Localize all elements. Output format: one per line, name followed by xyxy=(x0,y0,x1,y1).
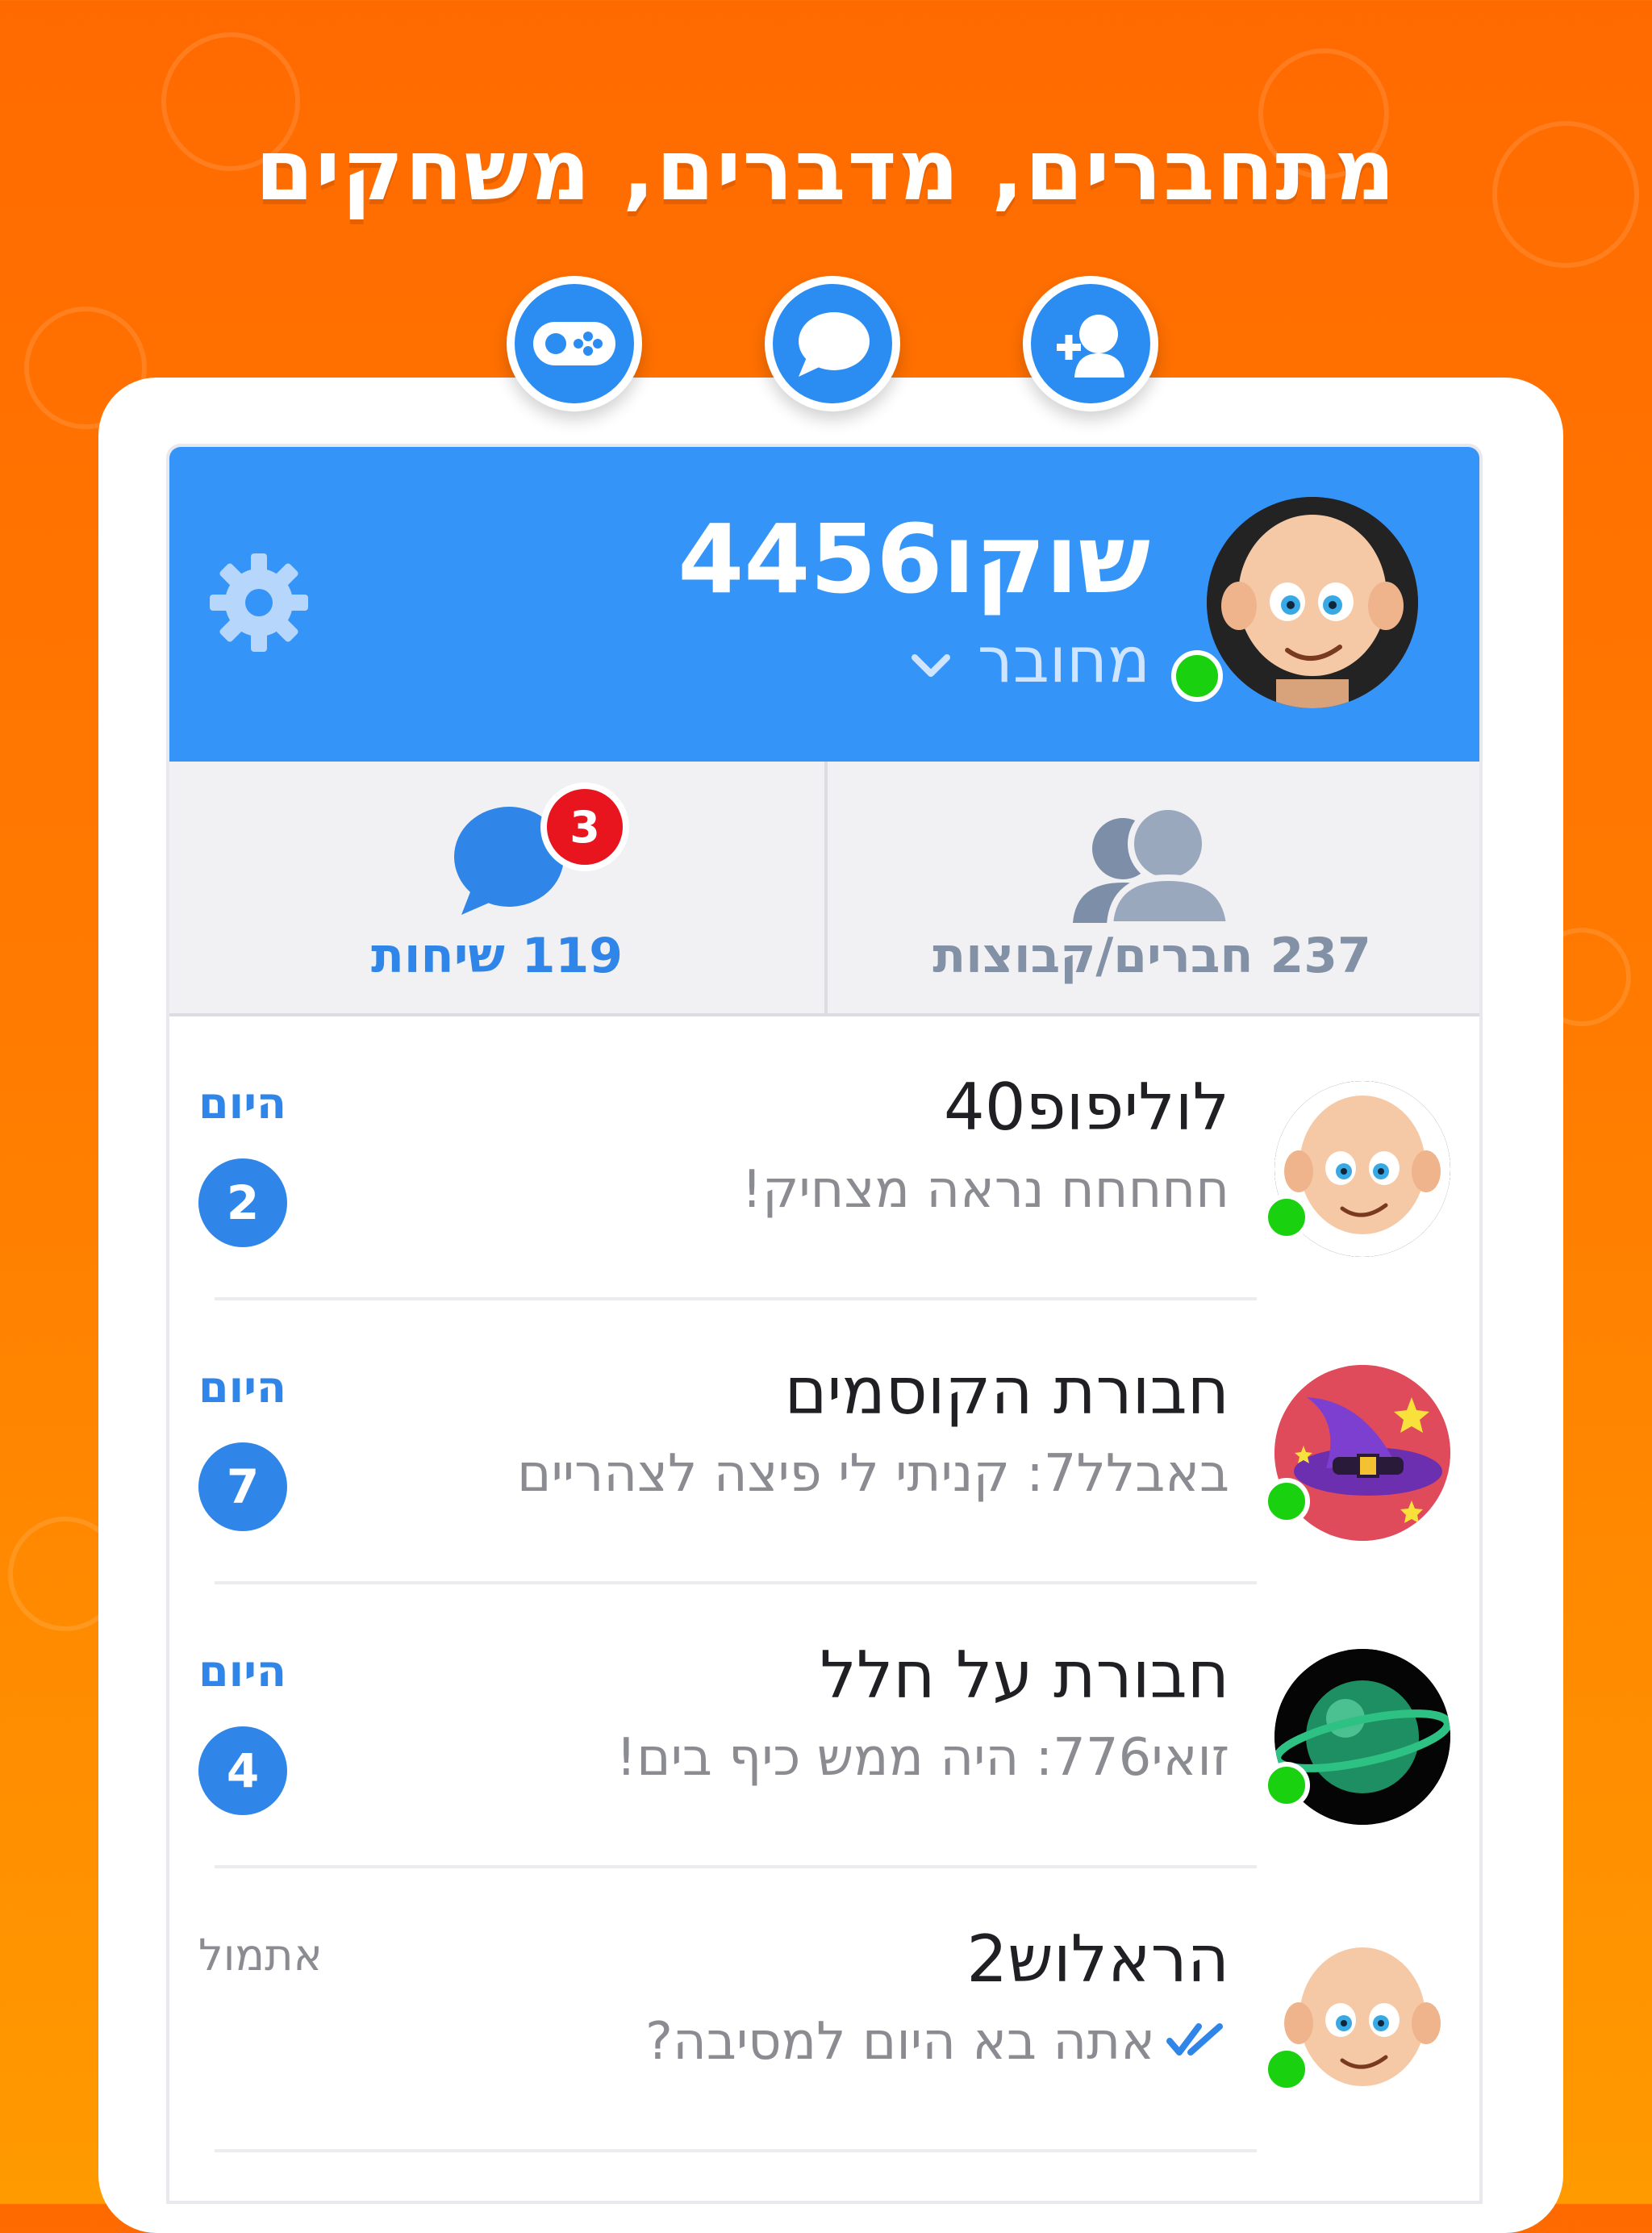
status-label: מחובר xyxy=(977,624,1150,697)
settings-gear-icon[interactable] xyxy=(206,550,311,655)
list-item[interactable]: חבורת על חלל זואי776: היה ממש כיף בים! ה… xyxy=(169,1584,1479,1868)
chat-time: היום xyxy=(198,1646,287,1697)
chat-preview-text: אתה בא היום למסיבה? xyxy=(645,2012,1155,2072)
online-indicator xyxy=(1263,2046,1310,2093)
chat-name: חבורת הקוסמים xyxy=(784,1354,1229,1429)
chat-preview: זואי776: היה ממש כיף בים! xyxy=(615,1728,1229,1788)
tab-chats[interactable]: 3 119 שיחות xyxy=(169,762,824,1013)
tab-chats-label: 119 שיחות xyxy=(370,928,624,984)
chat-name: הראלוש2 xyxy=(966,1922,1229,1997)
chat-name: חבורת על חלל xyxy=(820,1638,1229,1713)
online-indicator xyxy=(1171,650,1223,702)
chat-name: לוליפופ40 xyxy=(943,1070,1229,1145)
unread-badge: 3 xyxy=(540,783,629,871)
online-indicator xyxy=(1263,1194,1310,1241)
chat-preview: אתה בא היום למסיבה? xyxy=(645,2012,1229,2072)
friends-icon xyxy=(1063,803,1241,928)
app-screen: שוקו4456 מחובר 3 119 שיחות 237 חברים/קבו… xyxy=(166,444,1483,2204)
chat-list: לוליפופ40 חחחחח נראה מצחיק! היום 2 חבורת… xyxy=(169,1016,1479,2201)
chat-time: היום xyxy=(198,1078,287,1129)
chat-bubble-icon xyxy=(765,276,900,411)
status-dropdown[interactable]: מחובר xyxy=(908,624,1150,697)
list-item[interactable]: לוליפופ40 חחחחח נראה מצחיק! היום 2 xyxy=(169,1016,1479,1300)
unread-count: 7 xyxy=(198,1442,287,1531)
unread-count: 2 xyxy=(198,1158,287,1247)
tab-friends[interactable]: 237 חברים/קבוצות xyxy=(824,762,1479,1013)
online-indicator xyxy=(1263,1478,1310,1525)
profile-avatar[interactable] xyxy=(1207,497,1418,708)
list-item[interactable]: הראלוש2 אתה בא היום למסיבה? אתמול xyxy=(169,1868,1479,2152)
add-friend-icon xyxy=(1023,276,1158,411)
profile-header: שוקו4456 מחובר xyxy=(169,447,1479,765)
headline: מתחברים, מדברים, משחקים xyxy=(255,121,1397,219)
online-indicator xyxy=(1263,1762,1310,1809)
divider xyxy=(215,2149,1257,2152)
chat-preview: באבלל7: קניתי לי פיצה לצהריים xyxy=(516,1444,1229,1504)
profile-username: שוקו4456 xyxy=(678,503,1150,615)
chat-preview: חחחחח נראה מצחיק! xyxy=(741,1160,1229,1220)
double-check-icon xyxy=(1166,2012,1229,2072)
chat-time: אתמול xyxy=(198,1930,323,1980)
chat-time: היום xyxy=(198,1362,287,1413)
tab-friends-label: 237 חברים/קבוצות xyxy=(932,928,1371,984)
gamepad-icon xyxy=(507,276,642,411)
tab-bar: 3 119 שיחות 237 חברים/קבוצות xyxy=(169,762,1479,1016)
unread-count: 4 xyxy=(198,1726,287,1815)
list-item[interactable]: חבורת הקוסמים באבלל7: קניתי לי פיצה לצהר… xyxy=(169,1300,1479,1584)
chevron-down-icon xyxy=(908,624,953,697)
